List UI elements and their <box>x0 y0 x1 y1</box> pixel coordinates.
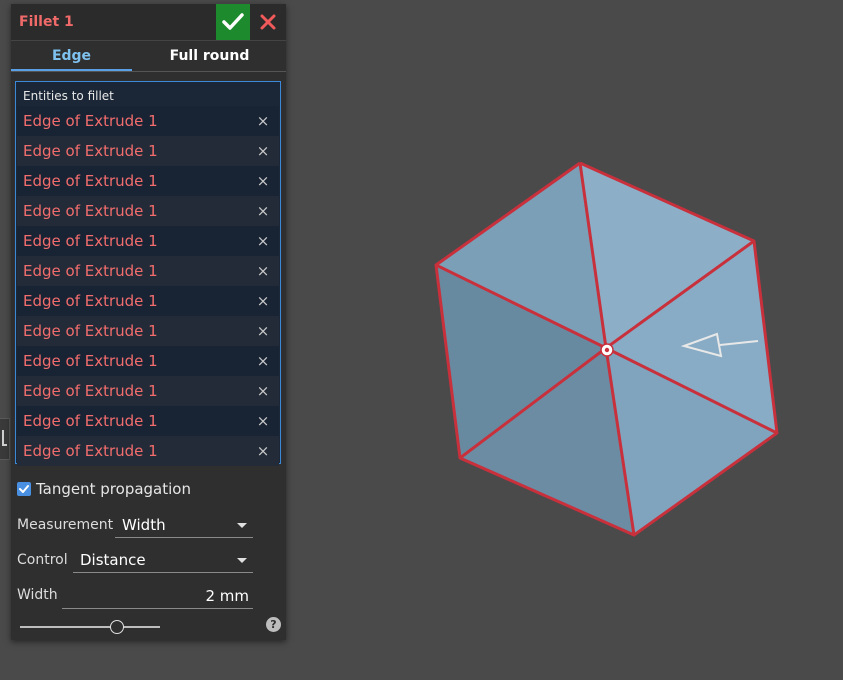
remove-entity-icon[interactable]: × <box>255 436 271 466</box>
entities-label: Entities to fillet <box>23 89 114 103</box>
tangent-propagation-label: Tangent propagation <box>36 480 191 498</box>
help-icon[interactable]: ? <box>266 617 281 632</box>
remove-entity-icon[interactable]: × <box>255 166 271 196</box>
entities-selection-box[interactable]: Entities to fillet Edge of Extrude 1 × Edg… <box>15 81 281 466</box>
vertex-marker-center <box>604 347 610 353</box>
confirm-button[interactable] <box>216 4 250 40</box>
measurement-select[interactable]: Width <box>115 513 253 538</box>
entity-label: Edge of Extrude 1 <box>23 352 158 370</box>
remove-entity-icon[interactable]: × <box>255 136 271 166</box>
entity-row[interactable]: Edge of Extrude 1 × <box>17 166 279 196</box>
chevron-down-icon <box>237 523 247 528</box>
width-input[interactable]: 2 mm <box>62 584 253 609</box>
control-value: Distance <box>80 551 146 569</box>
entity-row[interactable]: Edge of Extrude 1 × <box>17 256 279 286</box>
entity-label: Edge of Extrude 1 <box>23 382 158 400</box>
entity-row[interactable]: Edge of Extrude 1 × <box>17 226 279 256</box>
entity-row[interactable]: Edge of Extrude 1 × <box>17 286 279 316</box>
tangent-propagation-checkbox[interactable] <box>17 482 31 496</box>
checkmark-icon <box>222 13 244 30</box>
measurement-value: Width <box>122 516 166 534</box>
corner-icon <box>2 430 7 446</box>
entity-label: Edge of Extrude 1 <box>23 112 158 130</box>
tab-edge[interactable]: Edge <box>11 41 132 71</box>
entity-label: Edge of Extrude 1 <box>23 172 158 190</box>
entity-label: Edge of Extrude 1 <box>23 142 158 160</box>
remove-entity-icon[interactable]: × <box>255 226 271 256</box>
tab-full-round[interactable]: Full round <box>137 41 282 71</box>
collapsed-side-tab[interactable] <box>0 418 10 460</box>
remove-entity-icon[interactable]: × <box>255 256 271 286</box>
width-label: Width <box>17 587 58 603</box>
width-slider-thumb[interactable] <box>110 620 124 634</box>
entity-row[interactable]: Edge of Extrude 1 × <box>17 406 279 436</box>
entity-row[interactable]: Edge of Extrude 1 × <box>17 196 279 226</box>
entity-label: Edge of Extrude 1 <box>23 442 158 460</box>
remove-entity-icon[interactable]: × <box>255 406 271 436</box>
chevron-down-icon <box>237 558 247 563</box>
fillet-type-tabs: Edge Full round <box>11 41 286 72</box>
entity-row[interactable]: Edge of Extrude 1 × <box>17 376 279 406</box>
entity-list: Edge of Extrude 1 × Edge of Extrude 1 × Edge… <box>17 106 279 466</box>
remove-entity-icon[interactable]: × <box>255 346 271 376</box>
entity-label: Edge of Extrude 1 <box>23 262 158 280</box>
dialog-title: Fillet 1 <box>19 14 74 30</box>
remove-entity-icon[interactable]: × <box>255 286 271 316</box>
remove-entity-icon[interactable]: × <box>255 316 271 346</box>
control-select[interactable]: Distance <box>73 548 253 573</box>
entity-label: Edge of Extrude 1 <box>23 412 158 430</box>
entity-label: Edge of Extrude 1 <box>23 292 158 310</box>
close-icon <box>260 14 276 30</box>
fillet-dialog: Fillet 1 Edge Full round Entities to fil… <box>11 4 286 640</box>
entity-row[interactable]: Edge of Extrude 1 × <box>17 106 279 136</box>
control-label: Control <box>17 552 68 568</box>
remove-entity-icon[interactable]: × <box>255 196 271 226</box>
entity-row[interactable]: Edge of Extrude 1 × <box>17 136 279 166</box>
entity-label: Edge of Extrude 1 <box>23 202 158 220</box>
entity-row[interactable]: Edge of Extrude 1 × <box>17 436 279 466</box>
cancel-button[interactable] <box>251 4 286 40</box>
entity-label: Edge of Extrude 1 <box>23 322 158 340</box>
cube-model[interactable] <box>434 161 779 537</box>
width-value: 2 mm <box>205 587 249 605</box>
dialog-header: Fillet 1 <box>11 4 286 41</box>
entity-row[interactable]: Edge of Extrude 1 × <box>17 346 279 376</box>
remove-entity-icon[interactable]: × <box>255 376 271 406</box>
remove-entity-icon[interactable]: × <box>255 106 271 136</box>
checkmark-icon <box>19 485 29 493</box>
width-slider-track[interactable] <box>20 626 160 628</box>
entity-row[interactable]: Edge of Extrude 1 × <box>17 316 279 346</box>
entity-label: Edge of Extrude 1 <box>23 232 158 250</box>
measurement-label: Measurement <box>17 517 114 533</box>
